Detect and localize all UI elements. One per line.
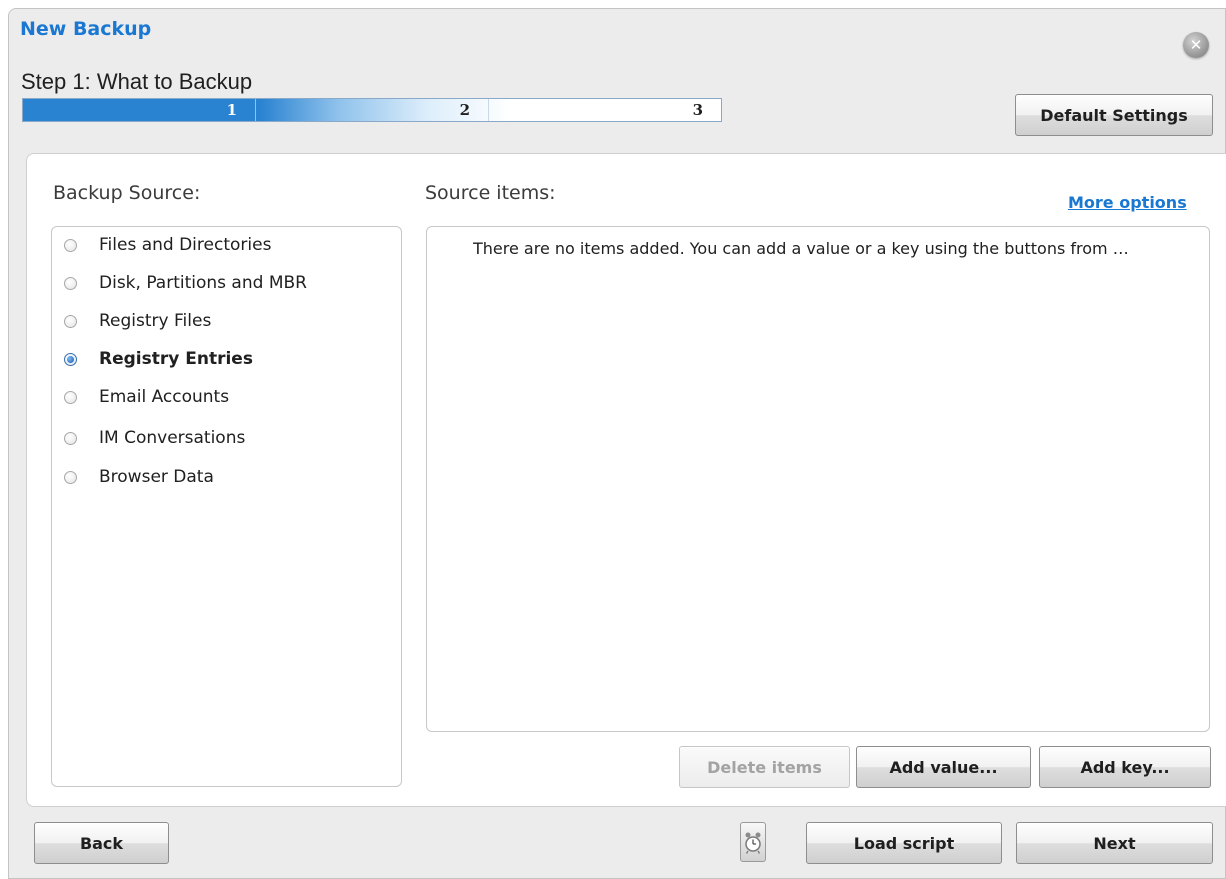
schedule-button[interactable] <box>740 822 766 862</box>
source-option-disk-partitions-mbr[interactable]: Disk, Partitions and MBR <box>64 271 307 295</box>
radio-icon[interactable] <box>64 314 77 328</box>
backup-source-list: Files and Directories Disk, Partitions a… <box>51 226 402 787</box>
load-script-button[interactable]: Load script <box>806 822 1002 864</box>
radio-icon[interactable] <box>64 238 77 252</box>
option-label: Email Accounts <box>99 387 230 407</box>
option-label: Files and Directories <box>99 235 272 255</box>
add-value-button[interactable]: Add value... <box>856 746 1031 788</box>
source-option-files-and-directories[interactable]: Files and Directories <box>64 233 271 257</box>
source-items-list[interactable]: There are no items added. You can add a … <box>426 226 1210 732</box>
option-label: IM Conversations <box>99 428 246 448</box>
add-key-button[interactable]: Add key... <box>1039 746 1211 788</box>
source-option-registry-entries[interactable]: Registry Entries <box>64 347 253 371</box>
radio-icon[interactable] <box>64 390 77 404</box>
window-title: New Backup <box>20 18 152 40</box>
radio-selected-icon[interactable] <box>64 352 77 366</box>
close-button[interactable]: ✕ <box>1183 32 1209 58</box>
default-settings-button[interactable]: Default Settings <box>1015 94 1213 136</box>
source-items-label: Source items: <box>425 182 556 204</box>
alarm-clock-icon <box>745 832 761 854</box>
next-button[interactable]: Next <box>1016 822 1213 864</box>
back-button[interactable]: Back <box>34 822 169 864</box>
radio-icon[interactable] <box>64 470 77 484</box>
source-option-email-accounts[interactable]: Email Accounts <box>64 385 229 409</box>
option-label: Registry Entries <box>99 349 253 369</box>
source-option-browser-data[interactable]: Browser Data <box>64 465 214 489</box>
delete-items-button[interactable]: Delete items <box>679 746 850 788</box>
backup-source-label: Backup Source: <box>53 182 201 204</box>
step-title: Step 1: What to Backup <box>21 69 253 94</box>
source-option-im-conversations[interactable]: IM Conversations <box>64 426 245 450</box>
step-progress-bar: 1 2 3 <box>22 98 722 122</box>
source-option-registry-files[interactable]: Registry Files <box>64 309 211 333</box>
progress-step-2: 2 <box>256 99 489 121</box>
empty-items-message: There are no items added. You can add a … <box>473 239 1129 258</box>
option-label: Registry Files <box>99 311 212 331</box>
radio-icon[interactable] <box>64 276 77 290</box>
progress-step-3: 3 <box>692 101 703 119</box>
progress-step-1: 1 <box>23 99 256 121</box>
more-options-link[interactable]: More options <box>1068 193 1187 212</box>
option-label: Browser Data <box>99 467 214 487</box>
option-label: Disk, Partitions and MBR <box>99 273 307 293</box>
radio-icon[interactable] <box>64 431 77 445</box>
close-icon: ✕ <box>1189 36 1203 54</box>
